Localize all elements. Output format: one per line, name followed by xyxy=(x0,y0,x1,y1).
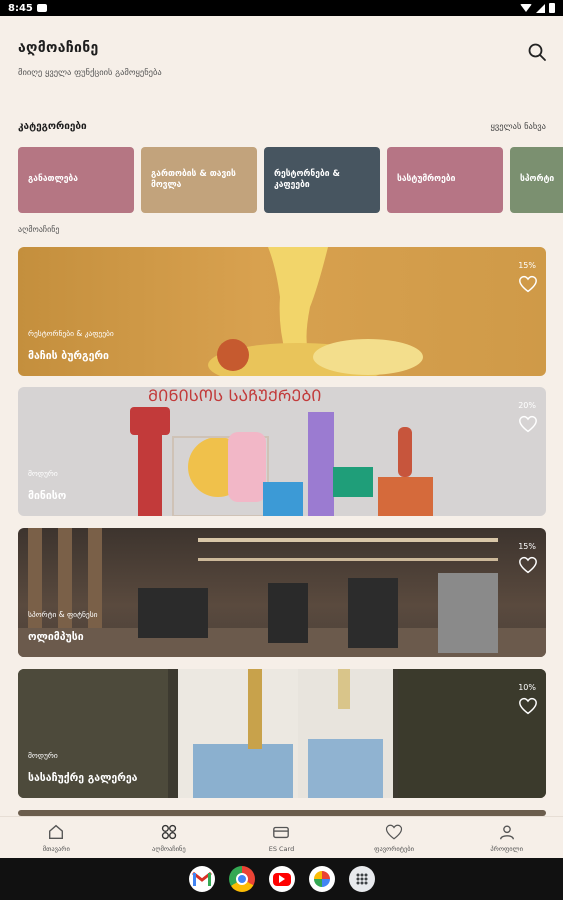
category-education[interactable]: განათლება xyxy=(18,147,134,213)
heart-icon xyxy=(385,824,403,840)
youtube-icon[interactable] xyxy=(268,866,295,892)
wifi-icon xyxy=(520,4,532,12)
offer-category: მოდური xyxy=(28,751,58,760)
user-icon xyxy=(499,824,514,839)
offer-category: სპორტი & ფიტნესი xyxy=(28,610,98,619)
app-drawer-icon[interactable] xyxy=(348,866,375,892)
heart-icon[interactable] xyxy=(518,697,538,715)
offer-name: ოლიმპუსი xyxy=(28,631,84,643)
photos-icon[interactable] xyxy=(308,866,335,892)
status-time: 8:45 xyxy=(8,2,33,14)
nav-label: აღმოაჩინე xyxy=(152,844,186,853)
offer-category: რესტორნები & კაფეები xyxy=(28,329,114,338)
offer-name: მინისო xyxy=(28,490,67,502)
search-icon[interactable] xyxy=(527,42,547,62)
home-icon xyxy=(49,824,64,839)
page-header: აღმოაჩინე მიიღე ყველა ფუნქციის გამოყენებ… xyxy=(18,40,547,78)
page-title: აღმოაჩინე xyxy=(18,40,99,56)
categories-header: კატეგორიები ყველას ნახვა xyxy=(18,121,546,132)
system-dock xyxy=(0,858,563,900)
status-bar: 8:45 xyxy=(0,0,563,16)
offers-section-label: აღმოაჩინე xyxy=(18,225,60,234)
bottom-navigation: მთავარი აღმოაჩინე ES Card ფავორიტები პრო… xyxy=(0,816,563,858)
nav-home[interactable]: მთავარი xyxy=(0,817,113,858)
category-label: რესტორნები & კაფეები xyxy=(274,168,340,190)
heart-icon[interactable] xyxy=(518,275,538,293)
nav-label: მთავარი xyxy=(42,844,70,853)
nav-label: ES Card xyxy=(268,844,295,853)
nav-discover[interactable]: აღმოაჩინე xyxy=(113,817,226,858)
category-sport[interactable]: სპორტი xyxy=(510,147,563,213)
category-entertainment[interactable]: გართობის & თავის მოვლა xyxy=(141,147,257,213)
discount-badge: 15% xyxy=(518,261,536,270)
discount-badge: 20% xyxy=(518,401,536,410)
offer-name: სასაჩუქრე გალერეა xyxy=(28,772,138,784)
category-label: სპორტი xyxy=(520,174,555,185)
page-subtitle: მიიღე ყველა ფუნქციის გამოყენება xyxy=(18,68,162,78)
message-icon xyxy=(36,4,47,12)
offer-image: ᲛᲘᲜᲘᲡᲝᲡ ᲡᲐᲩᲣᲥᲠᲔᲑᲘ xyxy=(130,387,433,516)
chrome-icon[interactable] xyxy=(228,866,255,892)
gmail-icon[interactable] xyxy=(188,866,215,892)
svg-text:ᲛᲘᲜᲘᲡᲝᲡ ᲡᲐᲩᲣᲥᲠᲔᲑᲘ: ᲛᲘᲜᲘᲡᲝᲡ ᲡᲐᲩᲣᲥᲠᲔᲑᲘ xyxy=(148,387,321,405)
nav-label: პროფილი xyxy=(490,844,523,853)
offer-card[interactable]: რესტორნები & კაფეები მაჩის ბურგერი 15% xyxy=(18,247,546,376)
see-all-link[interactable]: ყველას ნახვა xyxy=(491,122,546,132)
categories-title: კატეგორიები xyxy=(18,121,87,132)
battery-icon xyxy=(549,3,555,13)
signal-icon xyxy=(536,3,545,13)
category-restaurants[interactable]: რესტორნები & კაფეები xyxy=(264,147,380,213)
nav-profile[interactable]: პროფილი xyxy=(450,817,563,858)
nav-favorites[interactable]: ფავორიტები xyxy=(338,817,451,858)
heart-icon[interactable] xyxy=(518,556,538,574)
category-carousel[interactable]: განათლება გართობის & თავის მოვლა რესტორნ… xyxy=(18,147,563,213)
offer-card[interactable]: სპორტი & ფიტნესი ოლიმპუსი 15% xyxy=(18,528,546,657)
grid-icon xyxy=(161,824,177,839)
nav-label: ფავორიტები xyxy=(374,844,415,853)
category-label: სასტუმროები xyxy=(397,174,456,185)
category-label: გართობის & თავის მოვლა xyxy=(151,168,236,190)
offer-image xyxy=(18,528,546,657)
offer-card[interactable]: ᲛᲘᲜᲘᲡᲝᲡ ᲡᲐᲩᲣᲥᲠᲔᲑᲘ მოდური მინისო 20% xyxy=(18,387,546,516)
category-label: განათლება xyxy=(28,174,78,185)
discount-badge: 10% xyxy=(518,683,536,692)
offer-category: მოდური xyxy=(28,469,58,478)
discount-badge: 15% xyxy=(518,542,536,551)
offer-name: მაჩის ბურგერი xyxy=(28,350,109,362)
card-icon xyxy=(273,826,290,838)
offer-card[interactable]: მოდური სასაჩუქრე გალერეა 10% xyxy=(18,669,546,798)
nav-es-card[interactable]: ES Card xyxy=(225,817,338,858)
heart-icon[interactable] xyxy=(518,415,538,433)
category-hotels[interactable]: სასტუმროები xyxy=(387,147,503,213)
